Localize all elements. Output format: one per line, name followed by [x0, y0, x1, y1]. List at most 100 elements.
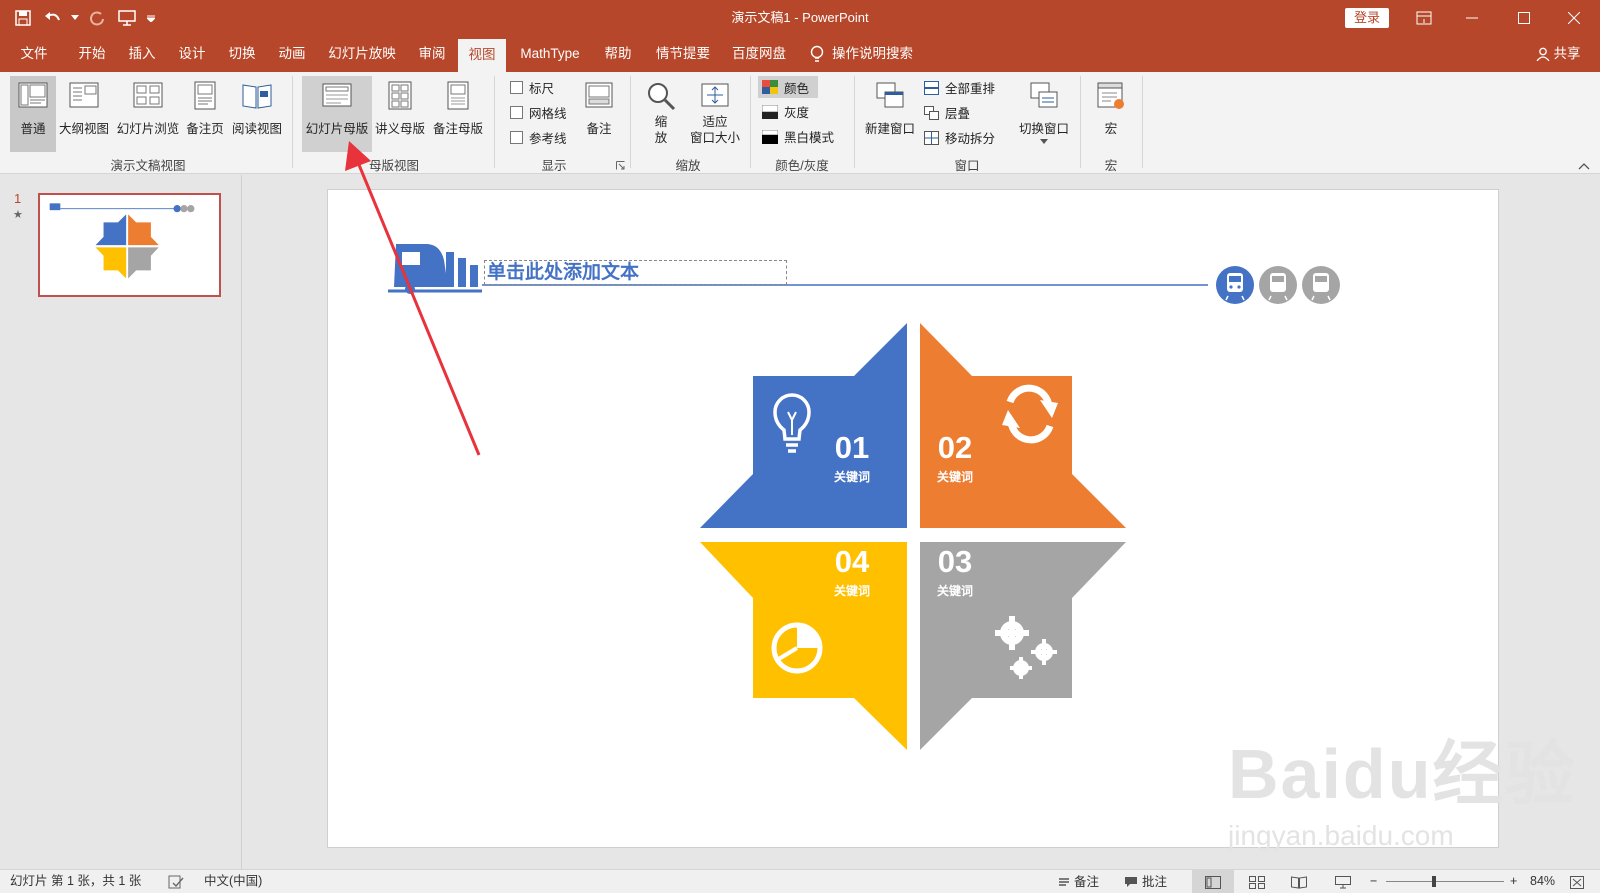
- login-button[interactable]: 登录: [1345, 8, 1389, 28]
- tab-home[interactable]: 开始: [70, 36, 114, 72]
- notes-status-button[interactable]: 备注: [1058, 870, 1099, 893]
- quadrant-02-shape[interactable]: [920, 323, 1126, 528]
- reading-view-status-button[interactable]: [1280, 870, 1318, 893]
- move-split-button[interactable]: 移动拆分: [924, 128, 995, 147]
- zoom-level[interactable]: 84%: [1530, 870, 1555, 893]
- quadrant-03-number: 03: [937, 544, 973, 579]
- new-window-icon: [876, 82, 904, 108]
- quadrant-03-keyword: 关键词: [936, 584, 973, 598]
- notes-page-button[interactable]: 备注页: [182, 76, 228, 152]
- notes-icon: [585, 82, 613, 108]
- start-slideshow-button[interactable]: [114, 4, 140, 32]
- zoom-slider[interactable]: [1386, 870, 1504, 893]
- ribbon-tab-bar: 文件 开始 插入 设计 切换 动画 幻灯片放映 审阅 视图 MathType 帮…: [0, 36, 1600, 72]
- tab-storyboard[interactable]: 情节提要: [650, 36, 716, 72]
- normal-view-icon: [1205, 875, 1221, 889]
- slide-sorter-status-button[interactable]: [1238, 870, 1276, 893]
- grayscale-button[interactable]: 灰度: [762, 102, 809, 121]
- chevron-down-icon: [147, 15, 155, 22]
- cascade-button[interactable]: 层叠: [924, 103, 970, 122]
- black-white-button[interactable]: 黑白模式: [762, 127, 834, 146]
- tab-animations[interactable]: 动画: [270, 36, 314, 72]
- accessibility-button[interactable]: [168, 870, 184, 893]
- undo-button[interactable]: [40, 4, 66, 32]
- comments-status-button[interactable]: 批注: [1124, 870, 1167, 893]
- share-button[interactable]: 共享: [1528, 36, 1588, 72]
- zoom-in-button[interactable]: +: [1510, 870, 1517, 893]
- zoom-button[interactable]: 缩 放: [638, 76, 684, 152]
- close-button[interactable]: [1550, 0, 1598, 36]
- slide-graphics: [388, 244, 1340, 750]
- redo-icon: [90, 11, 104, 26]
- move-split-icon: [924, 130, 939, 145]
- fit-to-window-button[interactable]: 适应 窗口大小: [684, 76, 746, 152]
- customize-qat-button[interactable]: [144, 4, 158, 32]
- switch-windows-icon: [1030, 82, 1058, 108]
- undo-dropdown[interactable]: [70, 4, 80, 32]
- normal-view-status-button[interactable]: [1192, 870, 1234, 893]
- black-white-icon: [762, 129, 778, 144]
- tab-baidu-netdisk[interactable]: 百度网盘: [726, 36, 792, 72]
- slide-master-button[interactable]: 幻灯片母版: [302, 76, 372, 152]
- redo-button[interactable]: [84, 4, 110, 32]
- normal-view-button[interactable]: 普通: [10, 76, 56, 152]
- minimize-button[interactable]: [1448, 0, 1496, 36]
- normal-view-label: 普通: [20, 122, 46, 136]
- ribbon-display-options-button[interactable]: [1400, 0, 1448, 36]
- notes-toggle-label: 备注: [586, 122, 612, 136]
- title-placeholder[interactable]: 单击此处添加文本: [484, 260, 787, 285]
- slide-sorter-button[interactable]: 幻灯片浏览: [114, 76, 182, 152]
- cascade-icon: [924, 105, 939, 120]
- zoom-out-button[interactable]: −: [1370, 870, 1377, 893]
- tab-design[interactable]: 设计: [170, 36, 214, 72]
- ribbon-separator: [1142, 76, 1143, 168]
- notes-toggle-button[interactable]: 备注: [576, 76, 622, 152]
- guides-checkbox[interactable]: 参考线: [510, 128, 567, 147]
- slideshow-status-button[interactable]: [1324, 870, 1362, 893]
- title-bar: 演示文稿1 - PowerPoint 登录: [0, 0, 1600, 36]
- tab-view[interactable]: 视图: [458, 39, 506, 72]
- zoom-slider-thumb[interactable]: [1432, 876, 1436, 887]
- slide-thumbnail-1[interactable]: [38, 193, 221, 297]
- chevron-down-icon: [1040, 139, 1048, 144]
- switch-windows-button[interactable]: 切换窗口: [1012, 76, 1076, 152]
- magnifier-icon: [648, 83, 676, 111]
- slide-sorter-label: 幻灯片浏览: [116, 122, 180, 136]
- ruler-checkbox[interactable]: 标尺: [510, 78, 554, 97]
- reading-view-button[interactable]: 阅读视图: [228, 76, 286, 152]
- outline-view-icon: [69, 82, 99, 108]
- save-button[interactable]: [10, 4, 36, 32]
- slide-canvas[interactable]: 单击此处添加文本 01 关键词 02 关键词 03 关键词 04 关键词: [327, 189, 1499, 848]
- color-group-label: 颜色/灰度: [775, 159, 829, 173]
- fit-slide-button[interactable]: [1570, 870, 1584, 893]
- train-badge-gray-icon: [1302, 266, 1340, 304]
- tab-transitions[interactable]: 切换: [220, 36, 264, 72]
- slide-sorter-icon: [1249, 875, 1265, 889]
- maximize-icon: [1518, 12, 1530, 24]
- macros-button[interactable]: 宏: [1086, 76, 1136, 152]
- language-status[interactable]: 中文(中国): [204, 870, 262, 893]
- ribbon-separator: [494, 76, 495, 168]
- slide-thumbnail-pane: 1 ★: [0, 175, 242, 869]
- collapse-ribbon-button[interactable]: [1578, 158, 1590, 173]
- arrange-all-button[interactable]: 全部重排: [924, 78, 995, 97]
- notes-page-label: 备注页: [186, 122, 224, 136]
- show-dialog-launcher[interactable]: [616, 158, 625, 173]
- handout-master-icon: [388, 81, 412, 110]
- maximize-button[interactable]: [1500, 0, 1548, 36]
- tab-insert[interactable]: 插入: [120, 36, 164, 72]
- color-mode-button[interactable]: 颜色: [758, 76, 818, 98]
- tab-file[interactable]: 文件: [12, 36, 56, 72]
- tab-mathtype[interactable]: MathType: [512, 36, 588, 72]
- notes-master-button[interactable]: 备注母版: [430, 76, 486, 152]
- outline-view-button[interactable]: 大纲视图: [56, 76, 112, 152]
- tab-help[interactable]: 帮助: [596, 36, 640, 72]
- tell-me-search[interactable]: 操作说明搜索: [810, 36, 940, 72]
- gridlines-checkbox[interactable]: 网格线: [510, 103, 567, 122]
- new-window-button[interactable]: 新建窗口: [862, 76, 918, 152]
- handout-master-button[interactable]: 讲义母版: [372, 76, 428, 152]
- ribbon-separator: [750, 76, 751, 168]
- tab-slideshow[interactable]: 幻灯片放映: [322, 36, 402, 72]
- window-group-label: 窗口: [954, 159, 980, 173]
- tab-review[interactable]: 审阅: [410, 36, 454, 72]
